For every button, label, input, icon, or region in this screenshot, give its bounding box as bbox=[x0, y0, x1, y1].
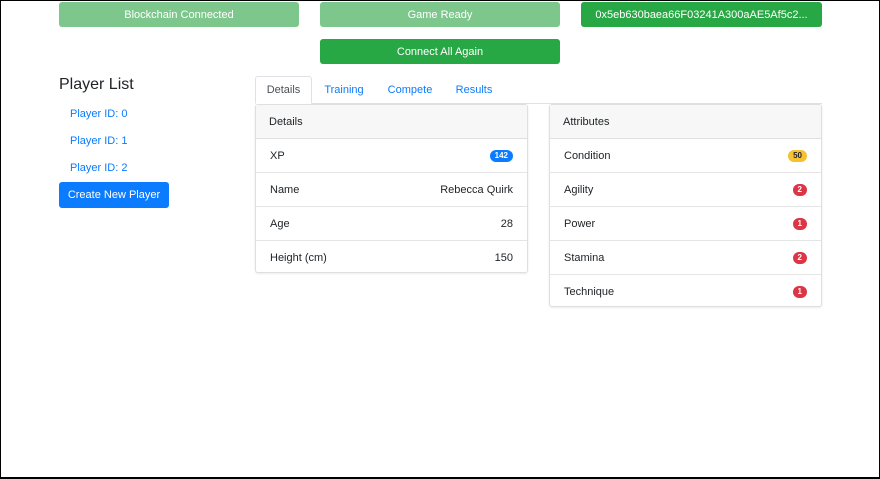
tab-results[interactable]: Results bbox=[450, 76, 498, 104]
detail-label: XP bbox=[270, 149, 285, 162]
detail-label: Height (cm) bbox=[270, 252, 327, 264]
tab-training[interactable]: Training bbox=[318, 76, 370, 104]
window-frame-left bbox=[0, 0, 1, 479]
attribute-badge: 2 bbox=[792, 251, 807, 264]
detail-label: Age bbox=[270, 217, 290, 230]
window-frame-top bbox=[0, 0, 880, 1]
attribute-row-power: Power 1 bbox=[550, 207, 821, 241]
details-card-header: Details bbox=[256, 105, 527, 139]
attribute-badge: 50 bbox=[788, 149, 807, 162]
detail-row-xp: XP 142 bbox=[256, 139, 527, 173]
attribute-badge: 1 bbox=[792, 286, 807, 298]
attribute-row-technique: Technique 1 bbox=[550, 275, 821, 309]
tab-compete[interactable]: Compete bbox=[381, 76, 439, 104]
player-link-2[interactable]: Player ID: 2 bbox=[70, 162, 127, 174]
attribute-row-condition: Condition 50 bbox=[550, 139, 821, 173]
detail-value: 150 bbox=[494, 252, 513, 264]
detail-row-height: Height (cm) 150 bbox=[256, 241, 527, 275]
attribute-label: Stamina bbox=[564, 251, 605, 264]
blockchain-status-button[interactable]: Blockchain Connected bbox=[59, 2, 299, 27]
details-card: Details XP 142 Name Rebecca Quirk Age 28… bbox=[255, 104, 528, 273]
player-list-title: Player List bbox=[59, 76, 134, 93]
detail-value: 28 bbox=[500, 217, 513, 230]
attribute-label: Agility bbox=[564, 183, 594, 196]
attribute-label: Condition bbox=[564, 149, 611, 162]
attribute-label: Technique bbox=[564, 286, 615, 298]
attributes-card: Attributes Condition 50 Agility 2 Power … bbox=[549, 104, 822, 307]
player-link-1[interactable]: Player ID: 1 bbox=[70, 135, 127, 147]
player-link-0[interactable]: Player ID: 0 bbox=[70, 108, 127, 120]
xp-badge: 142 bbox=[489, 149, 513, 162]
attribute-badge: 1 bbox=[792, 217, 807, 230]
detail-row-age: Age 28 bbox=[256, 207, 527, 241]
detail-value: Rebecca Quirk bbox=[440, 183, 513, 196]
attribute-row-stamina: Stamina 2 bbox=[550, 241, 821, 275]
attributes-card-header: Attributes bbox=[550, 105, 821, 139]
attribute-badge: 2 bbox=[792, 183, 807, 196]
attribute-label: Power bbox=[564, 217, 596, 230]
wallet-address-button[interactable]: 0x5eb630baea66F03241A300aAE5Af5c2... bbox=[581, 2, 822, 27]
tab-details[interactable]: Details bbox=[255, 76, 312, 104]
detail-row-name: Name Rebecca Quirk bbox=[256, 173, 527, 207]
connect-all-again-button[interactable]: Connect All Again bbox=[320, 39, 560, 64]
game-ready-button[interactable]: Game Ready bbox=[320, 2, 560, 27]
create-new-player-button[interactable]: Create New Player bbox=[59, 182, 169, 208]
detail-label: Name bbox=[270, 183, 300, 196]
attribute-row-agility: Agility 2 bbox=[550, 173, 821, 207]
